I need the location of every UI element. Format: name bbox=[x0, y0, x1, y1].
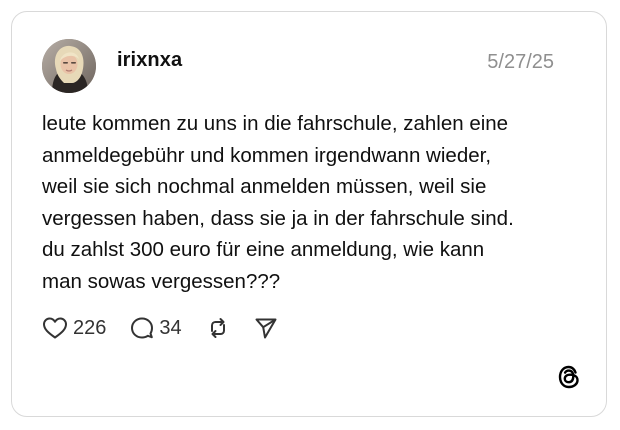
like-button[interactable]: 226 bbox=[42, 316, 106, 340]
speech-bubble-icon bbox=[130, 316, 154, 340]
post-text-line: anmeldegebühr und kommen irgendwann wied… bbox=[42, 143, 492, 167]
post-text-line: weil sie sich nochmal anmelden müssen, w… bbox=[42, 175, 487, 198]
threads-logo-icon bbox=[556, 364, 582, 390]
post-text-line: vergessen haben, dass sie ja in der fahr… bbox=[42, 206, 514, 230]
repost-icon bbox=[206, 316, 230, 340]
post-card: irixnxa 5/27/25 leute kommen zu uns in d… bbox=[11, 11, 607, 417]
share-button[interactable] bbox=[254, 316, 278, 340]
heart-icon bbox=[42, 316, 68, 340]
post-text-line: du zahlst 300 euro für eine anmeldung, w… bbox=[42, 238, 485, 261]
post-date: 5/27/25 bbox=[487, 51, 554, 73]
reply-button[interactable]: 34 bbox=[130, 316, 182, 340]
repost-button[interactable] bbox=[206, 316, 230, 340]
post-text-line: leute kommen zu uns in die fahrschule, z… bbox=[42, 112, 509, 135]
post-text-line: man sowas vergessen??? bbox=[42, 269, 281, 293]
like-count: 226 bbox=[73, 316, 107, 339]
post-text: leute kommen zu uns in die fahrschule, z… bbox=[42, 108, 582, 297]
send-icon bbox=[254, 316, 278, 340]
avatar[interactable] bbox=[42, 39, 96, 93]
reply-count: 34 bbox=[159, 316, 182, 339]
action-bar: 226 34 bbox=[42, 314, 302, 342]
username[interactable]: irixnxa bbox=[117, 49, 182, 72]
